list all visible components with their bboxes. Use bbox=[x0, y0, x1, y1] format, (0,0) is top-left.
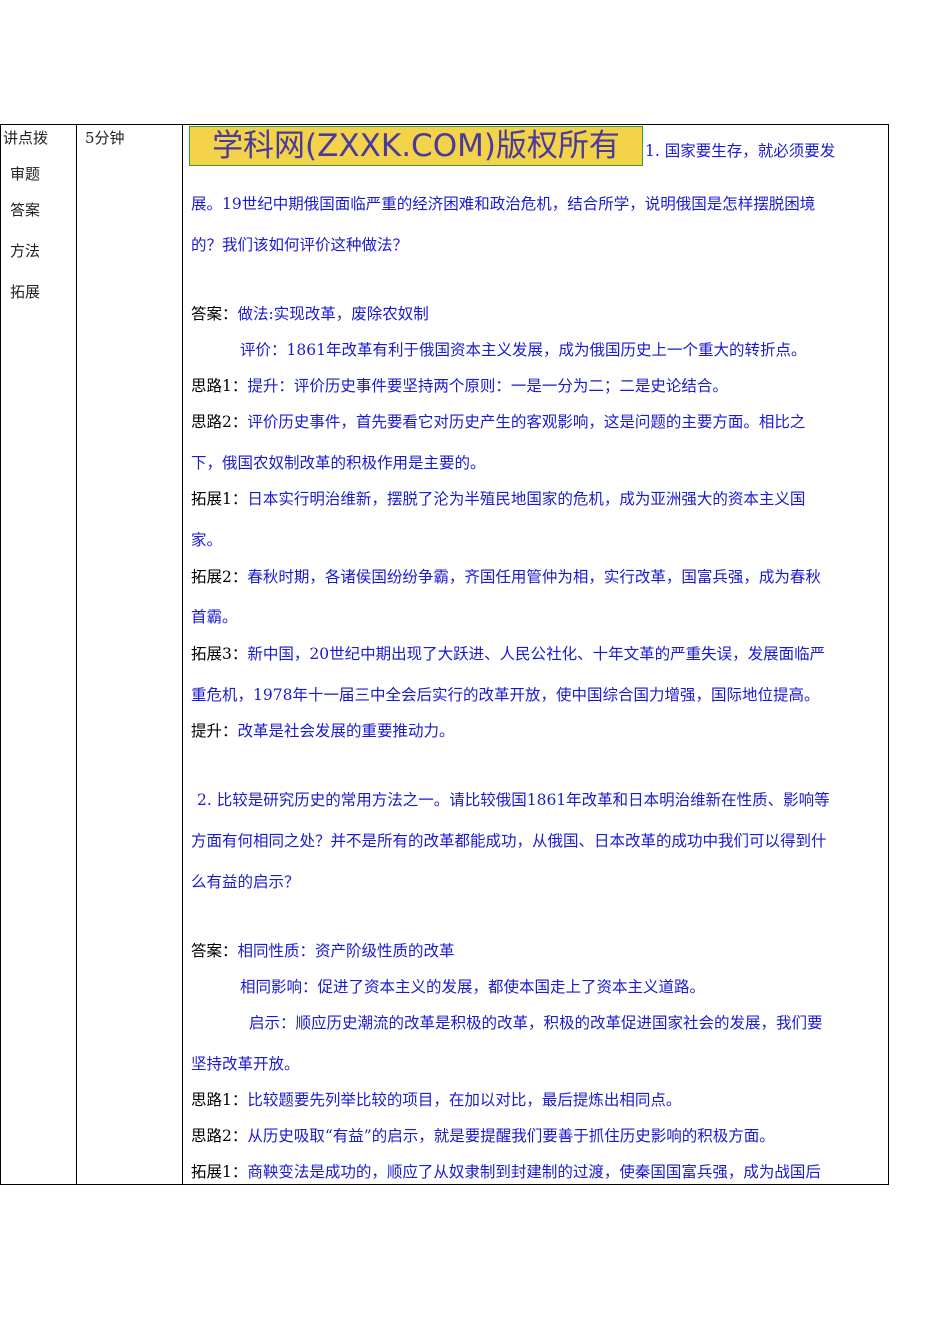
line-text: 家。 bbox=[191, 531, 223, 549]
content-line: 答案：做法:实现改革，废除农奴制 bbox=[191, 304, 429, 324]
line-text: 评价历史事件，首先要看它对历史产生的客观影响，这是问题的主要方面。相比之 bbox=[247, 413, 806, 431]
line-label: 思路1： bbox=[191, 1091, 248, 1109]
line-text: 的？我们该如何评价这种做法？ bbox=[191, 236, 409, 254]
content-line: 1. 国家要生存，就必须要发 bbox=[645, 141, 835, 161]
line-text: 改革是社会发展的重要推动力。 bbox=[237, 722, 455, 740]
column-divider bbox=[76, 124, 77, 1185]
line-text: 相同影响：促进了资本主义的发展，都使本国走上了资本主义道路。 bbox=[240, 978, 706, 996]
watermark-banner: 学科网(ZXXK.COM)版权所有 bbox=[189, 126, 643, 166]
line-text: 么有益的启示？ bbox=[191, 873, 300, 891]
content-line: 启示：顺应历史潮流的改革是积极的改革，积极的改革促进国家社会的发展，我们要 bbox=[249, 1013, 823, 1033]
content-line: 方面有何相同之处？并不是所有的改革都能成功，从俄国、日本改革的成功中我们可以得到… bbox=[191, 831, 827, 851]
line-label: 提升： bbox=[191, 722, 238, 740]
line-label: 拓展2： bbox=[191, 568, 248, 586]
line-text: 方面有何相同之处？并不是所有的改革都能成功，从俄国、日本改革的成功中我们可以得到… bbox=[191, 832, 827, 850]
time-label: 5分钟 bbox=[85, 129, 125, 147]
line-text: 2. 比较是研究历史的常用方法之一。请比较俄国1861年改革和日本明治维新在性质… bbox=[197, 791, 830, 809]
content-line: 相同影响：促进了资本主义的发展，都使本国走上了资本主义道路。 bbox=[240, 977, 705, 997]
line-text: 评价：1861年改革有利于俄国资本主义发展，成为俄国历史上一个重大的转折点。 bbox=[240, 341, 807, 359]
line-label: 拓展1： bbox=[191, 490, 248, 508]
content-line: 的？我们该如何评价这种做法？ bbox=[191, 235, 408, 255]
content-line: 2. 比较是研究历史的常用方法之一。请比较俄国1861年改革和日本明治维新在性质… bbox=[197, 790, 830, 810]
line-text: 启示：顺应历史潮流的改革是积极的改革，积极的改革促进国家社会的发展，我们要 bbox=[249, 1014, 823, 1032]
line-text: 新中国，20世纪中期出现了大跃进、人民公社化、十年文革的严重失误，发展面临严 bbox=[247, 645, 826, 663]
content-line: 坚持改革开放。 bbox=[191, 1054, 300, 1074]
content-line: 提升：改革是社会发展的重要推动力。 bbox=[191, 721, 455, 741]
line-text: 下，俄国农奴制改革的积极作用是主要的。 bbox=[191, 454, 486, 472]
left-label: 答案 bbox=[10, 201, 41, 219]
line-text: 相同性质：资产阶级性质的改革 bbox=[237, 942, 455, 960]
line-text: 日本实行明治维新，摆脱了沦为半殖民地国家的危机，成为亚洲强大的资本主义国 bbox=[247, 490, 806, 508]
line-text: 坚持改革开放。 bbox=[191, 1055, 300, 1073]
content-line: 思路2：评价历史事件，首先要看它对历史产生的客观影响，这是问题的主要方面。相比之 bbox=[191, 412, 805, 432]
left-label: 拓展 bbox=[10, 283, 41, 301]
document-page: 讲点拨 审题 答案 方法 拓展 5分钟 学科网(ZXXK.COM)版权所有 1.… bbox=[0, 0, 950, 1344]
line-text: 春秋时期，各诸侯国纷纷争霸，齐国任用管仲为相，实行改革，国富兵强，成为春秋 bbox=[247, 568, 821, 586]
content-line: 拓展3：新中国，20世纪中期出现了大跃进、人民公社化、十年文革的严重失误，发展面… bbox=[191, 644, 825, 664]
line-text: 提升：评价历史事件要坚持两个原则：一是一分为二；二是史论结合。 bbox=[247, 377, 728, 395]
left-label: 审题 bbox=[10, 165, 41, 183]
content-line: 拓展2：春秋时期，各诸侯国纷纷争霸，齐国任用管仲为相，实行改革，国富兵强，成为春… bbox=[191, 567, 821, 587]
content-line: 么有益的启示？ bbox=[191, 872, 300, 892]
content-line: 思路1：比较题要先列举比较的项目，在加以对比，最后提炼出相同点。 bbox=[191, 1090, 681, 1110]
line-label: 拓展1： bbox=[191, 1163, 248, 1181]
content-line: 重危机，1978年十一届三中全会后实行的改革开放，使中国综合国力增强，国际地位提… bbox=[191, 685, 819, 705]
content-line: 展。19世纪中期俄国面临严重的经济困难和政治危机，结合所学，说明俄国是怎样摆脱困… bbox=[191, 194, 815, 214]
content-line: 思路1：提升：评价历史事件要坚持两个原则：一是一分为二；二是史论结合。 bbox=[191, 376, 728, 396]
line-text: 1. 国家要生存，就必须要发 bbox=[645, 142, 836, 160]
content-line: 家。 bbox=[191, 530, 222, 550]
content-line: 首霸。 bbox=[191, 607, 238, 627]
content-line: 下，俄国农奴制改革的积极作用是主要的。 bbox=[191, 453, 486, 473]
line-label: 答案： bbox=[191, 305, 238, 323]
column-divider bbox=[182, 124, 183, 1185]
line-text: 展。19世纪中期俄国面临严重的经济困难和政治危机，结合所学，说明俄国是怎样摆脱困… bbox=[191, 195, 816, 213]
line-text: 重危机，1978年十一届三中全会后实行的改革开放，使中国综合国力增强，国际地位提… bbox=[191, 686, 820, 704]
line-label: 答案： bbox=[191, 942, 238, 960]
content-line: 评价：1861年改革有利于俄国资本主义发展，成为俄国历史上一个重大的转折点。 bbox=[240, 340, 806, 360]
line-text: 做法:实现改革，废除农奴制 bbox=[237, 305, 429, 323]
line-label: 思路2： bbox=[191, 413, 248, 431]
content-line: 思路2：从历史吸取“有益”的启示，就是要提醒我们要善于抓住历史影响的积极方面。 bbox=[191, 1126, 775, 1146]
content-line: 答案：相同性质：资产阶级性质的改革 bbox=[191, 941, 455, 961]
line-text: 首霸。 bbox=[191, 608, 238, 626]
line-text: 商鞅变法是成功的，顺应了从奴隶制到封建制的过渡，使秦国国富兵强，成为战国后 bbox=[247, 1163, 821, 1181]
content-line: 拓展1：日本实行明治维新，摆脱了沦为半殖民地国家的危机，成为亚洲强大的资本主义国 bbox=[191, 489, 805, 509]
line-text: 比较题要先列举比较的项目，在加以对比，最后提炼出相同点。 bbox=[247, 1091, 682, 1109]
left-label: 方法 bbox=[10, 242, 41, 260]
line-label: 思路2： bbox=[191, 1127, 248, 1145]
line-text: 从历史吸取“有益”的启示，就是要提醒我们要善于抓住历史影响的积极方面。 bbox=[247, 1127, 775, 1145]
left-label: 讲点拨 bbox=[3, 129, 49, 147]
line-label: 思路1： bbox=[191, 377, 248, 395]
line-label: 拓展3： bbox=[191, 645, 248, 663]
content-line: 拓展1：商鞅变法是成功的，顺应了从奴隶制到封建制的过渡，使秦国国富兵强，成为战国… bbox=[191, 1162, 821, 1182]
